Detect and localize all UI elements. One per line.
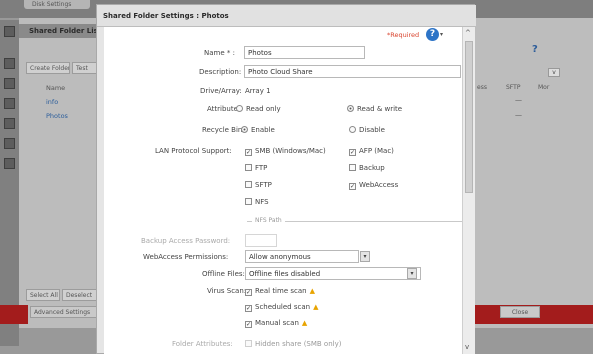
sftp-dash: — — [515, 111, 522, 119]
nfs-path-label: NFS Path — [252, 217, 285, 224]
backup-password-field[interactable] — [245, 234, 277, 247]
real-time-scan-checkbox[interactable]: ✓ Real time scan ▲ — [245, 287, 315, 296]
webaccess-checkbox[interactable]: ✓ WebAccess — [349, 181, 398, 190]
name-field[interactable]: Photos — [244, 46, 365, 59]
create-folder-button[interactable]: Create Folder — [26, 62, 70, 74]
select-all-button[interactable]: Select All — [26, 289, 60, 301]
hidden-share-checkbox[interactable]: Hidden share (SMB only) — [245, 340, 341, 348]
list-item[interactable]: Photos — [19, 112, 100, 124]
name-column-header: Name — [46, 84, 66, 92]
dialog-scrollbar[interactable]: ^ v — [462, 27, 475, 354]
background-tab[interactable]: Disk Settings — [24, 0, 90, 9]
ftp-checkbox[interactable]: FTP — [245, 164, 267, 172]
drive-value: Array 1 — [245, 87, 271, 95]
folder-attributes-label: Folder Attributes: — [172, 340, 233, 348]
deselect-button[interactable]: Deselect — [62, 289, 98, 301]
manual-scan-checkbox[interactable]: ✓ Manual scan ▲ — [245, 319, 307, 328]
dialog-content: *Required ? ▾ Name * : Photos Descriptio… — [104, 27, 468, 354]
folder-icon[interactable] — [4, 26, 15, 37]
name-label: Name * : — [204, 49, 235, 57]
list-item[interactable]: info — [19, 98, 100, 110]
webaccess-permissions-select[interactable]: Allow anonymous — [245, 250, 359, 263]
caret-down-icon[interactable]: ▾ — [440, 31, 443, 38]
chevron-down-icon[interactable]: ▾ — [360, 251, 370, 262]
close-icon[interactable] — [4, 158, 15, 169]
read-write-radio[interactable]: Read & write — [347, 105, 402, 113]
backup-checkbox[interactable]: Backup — [349, 164, 385, 172]
scroll-down-icon[interactable]: v — [465, 343, 473, 351]
drive-label: Drive/Array: — [200, 87, 242, 95]
settings-icon[interactable] — [4, 118, 15, 129]
lan-protocol-label: LAN Protocol Support: — [155, 147, 232, 155]
sftp-column-header: SFTP — [506, 84, 521, 91]
scheduled-scan-checkbox[interactable]: ✓ Scheduled scan ▲ — [245, 303, 318, 312]
background-right-panel: ? v ess SFTP Mor — — — [475, 18, 593, 328]
offline-files-select[interactable]: Offline files disabled — [245, 267, 421, 280]
more-column-header: Mor — [538, 84, 550, 91]
scrollbar-thumb[interactable] — [465, 41, 473, 193]
webaccess-permissions-label: WebAccess Permissions: — [143, 253, 229, 261]
help-icon[interactable]: ? — [426, 28, 439, 41]
scroll-up-icon[interactable]: ^ — [465, 29, 473, 37]
sftp-checkbox[interactable]: SFTP — [245, 181, 272, 189]
users-icon[interactable] — [4, 98, 15, 109]
recycle-enable-radio[interactable]: Enable — [241, 126, 275, 134]
warning-icon: ▲ — [313, 303, 319, 311]
network-icon[interactable] — [4, 78, 15, 89]
description-field[interactable]: Photo Cloud Share — [244, 65, 461, 78]
smb-checkbox[interactable]: ✓ SMB (Windows/Mac) — [245, 147, 326, 156]
advanced-settings-button[interactable]: Advanced Settings — [30, 306, 98, 318]
recycle-bin-label: Recycle Bin: — [202, 126, 245, 134]
chevron-down-icon[interactable]: v — [548, 68, 560, 77]
background-icon-bar — [0, 20, 19, 346]
description-label: Description: — [199, 68, 242, 76]
offline-files-label: Offline Files: — [202, 270, 245, 278]
help-icon[interactable]: ? — [532, 44, 538, 55]
red-bar-left — [0, 305, 28, 324]
access-column-header: ess — [477, 84, 487, 91]
afp-checkbox[interactable]: ✓ AFP (Mac) — [349, 147, 394, 156]
required-note: *Required — [387, 31, 420, 39]
warning-icon: ▲ — [309, 287, 315, 295]
backup-password-label: Backup Access Password: — [141, 237, 231, 245]
tools-icon[interactable] — [4, 138, 15, 149]
sftp-dash: — — [515, 96, 522, 104]
shared-folder-settings-dialog: Shared Folder Settings : Photos *Require… — [96, 4, 476, 354]
close-button[interactable]: Close — [500, 306, 540, 318]
nfs-checkbox[interactable]: NFS — [245, 198, 269, 206]
disk-icon[interactable] — [4, 58, 15, 69]
shared-folder-list-title: Shared Folder List — [19, 24, 100, 38]
read-only-radio[interactable]: Read only — [236, 105, 281, 113]
chevron-down-icon[interactable]: ▾ — [407, 268, 417, 279]
test-button[interactable]: Test — [72, 62, 98, 74]
recycle-disable-radio[interactable]: Disable — [349, 126, 385, 134]
warning-icon: ▲ — [301, 319, 308, 327]
virus-scan-label: Virus Scan: — [207, 287, 247, 295]
dialog-title: Shared Folder Settings : Photos — [97, 5, 476, 27]
